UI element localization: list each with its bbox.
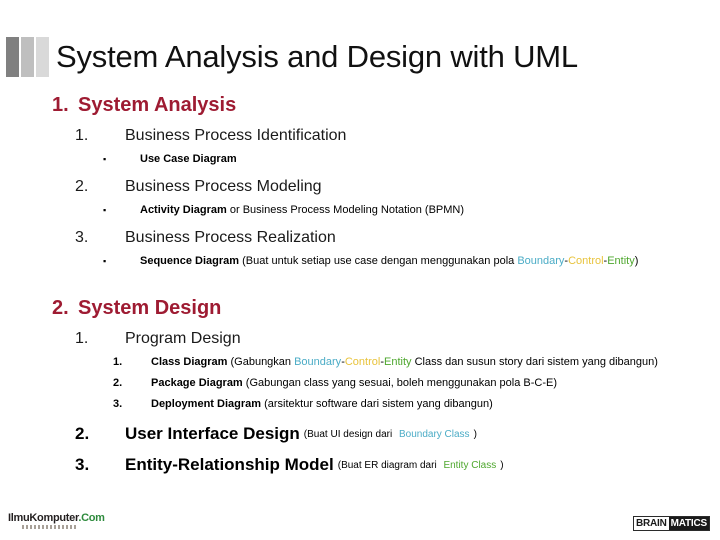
entity-class-keyword: Entity Class bbox=[443, 460, 497, 471]
item-number: 2. bbox=[75, 178, 89, 195]
item-number: 1. bbox=[75, 127, 89, 144]
ilmukomputer-wordmark: IlmuKomputer.Com bbox=[8, 512, 105, 524]
list-item-use-case-diagram: ▪ Use Case Diagram bbox=[103, 151, 720, 167]
slide-body: 1. System Analysis 1. Business Process I… bbox=[0, 92, 720, 480]
item-lead: Entity-Relationship Model bbox=[125, 455, 334, 474]
page-title: System Analysis and Design with UML bbox=[56, 39, 578, 74]
section-heading-system-analysis: 1. System Analysis bbox=[52, 92, 720, 118]
sub-item-note: or Business Process Modeling Notation (B… bbox=[226, 204, 465, 216]
sub-item-note-post: ) bbox=[634, 255, 639, 267]
item-number: 3. bbox=[75, 229, 89, 246]
sub-item-lead: Package Diagram bbox=[151, 377, 243, 389]
list-item-deployment-diagram: 3. Deployment Diagram (arsitektur softwa… bbox=[113, 396, 720, 413]
sub-item-lead: Use Case Diagram bbox=[140, 153, 237, 165]
boundary-keyword: Boundary bbox=[517, 255, 565, 267]
list-item-class-diagram: 1. Class Diagram (Gabungkan Boundary-Con… bbox=[113, 354, 720, 371]
section-label: System Analysis bbox=[78, 94, 237, 116]
list-item-sequence-diagram: ▪ Sequence Diagram (Buat untuk setiap us… bbox=[103, 253, 720, 269]
logo-text-green: .Com bbox=[78, 512, 105, 524]
logo-text-matics: MATICS bbox=[668, 517, 709, 530]
square-bullet-icon: ▪ bbox=[103, 256, 107, 266]
decoration-bar-2 bbox=[21, 37, 34, 77]
list-item-program-design: 1. Program Design bbox=[75, 328, 720, 350]
sub-item-note: (Gabungan class yang sesuai, boleh mengg… bbox=[242, 377, 558, 389]
sub-item-lead: Deployment Diagram bbox=[151, 398, 262, 410]
item-number: 2. bbox=[75, 424, 90, 443]
sub-item-lead: Class Diagram bbox=[151, 356, 228, 368]
ilmukomputer-logo: IlmuKomputer.Com bbox=[8, 512, 105, 529]
list-item-business-process-identification: 1. Business Process Identification bbox=[75, 125, 720, 147]
item-label: Program Design bbox=[125, 330, 241, 347]
sub-item-note-pre: (Gabungkan bbox=[227, 356, 295, 368]
sub-item-lead: Activity Diagram bbox=[140, 204, 227, 216]
logo-text-brain: BRAIN bbox=[633, 517, 669, 530]
boundary-class-keyword: Boundary Class bbox=[398, 429, 470, 440]
sub-item-note-pre: (Buat untuk setiap use case dengan mengg… bbox=[242, 255, 518, 267]
boundary-keyword: Boundary bbox=[294, 356, 342, 368]
entity-keyword: Entity bbox=[384, 356, 412, 368]
item-label: Business Process Modeling bbox=[125, 178, 322, 195]
item-number: 1. bbox=[75, 330, 89, 347]
logo-tagline-microtext bbox=[22, 525, 78, 529]
section-heading-system-design: 2. System Design bbox=[52, 295, 720, 321]
item-note-post: ) bbox=[473, 429, 477, 440]
sub-item-lead: Sequence Diagram bbox=[140, 255, 240, 267]
sub-item-number: 2. bbox=[113, 377, 123, 389]
list-item-package-diagram: 2. Package Diagram (Gabungan class yang … bbox=[113, 375, 720, 392]
brainmatics-logo: BRAIN MATICS bbox=[632, 516, 710, 531]
logo-text-dark: IlmuKomputer bbox=[8, 512, 79, 524]
list-item-business-process-realization: 3. Business Process Realization bbox=[75, 227, 720, 249]
sub-item-number: 1. bbox=[113, 356, 123, 368]
list-item-activity-diagram: ▪ Activity Diagram or Business Process M… bbox=[103, 202, 720, 218]
list-item-business-process-modeling: 2. Business Process Modeling bbox=[75, 176, 720, 198]
item-note-pre: (Buat ER diagram dari bbox=[337, 460, 440, 471]
list-item-user-interface-design: 2. User Interface Design (Buat UI design … bbox=[75, 422, 720, 449]
section-number: 1. bbox=[52, 94, 69, 116]
sub-item-note: (arsitektur software dari sistem yang di… bbox=[261, 398, 493, 410]
entity-keyword: Entity bbox=[607, 255, 635, 267]
section-label: System Design bbox=[78, 297, 222, 319]
square-bullet-icon: ▪ bbox=[103, 205, 107, 215]
square-bullet-icon: ▪ bbox=[103, 154, 107, 164]
sub-item-number: 3. bbox=[113, 398, 123, 410]
item-note-pre: (Buat UI design dari bbox=[303, 429, 395, 440]
item-note-post: ) bbox=[500, 460, 504, 471]
control-keyword: Control bbox=[568, 255, 604, 267]
sub-item-note-post: Class dan susun story dari sistem yang d… bbox=[411, 356, 658, 368]
list-item-entity-relationship-model: 3. Entity-Relationship Model (Buat ER dia… bbox=[75, 453, 720, 480]
item-label: Business Process Realization bbox=[125, 229, 336, 246]
title-decoration-bars bbox=[6, 37, 49, 77]
section-number: 2. bbox=[52, 297, 69, 319]
decoration-bar-1 bbox=[6, 37, 19, 77]
decoration-bar-3 bbox=[36, 37, 49, 77]
item-number: 3. bbox=[75, 455, 90, 474]
control-keyword: Control bbox=[344, 356, 381, 368]
item-lead: User Interface Design bbox=[125, 424, 300, 443]
item-label: Business Process Identification bbox=[125, 127, 347, 144]
slide-title-row: System Analysis and Design with UML bbox=[0, 34, 720, 86]
